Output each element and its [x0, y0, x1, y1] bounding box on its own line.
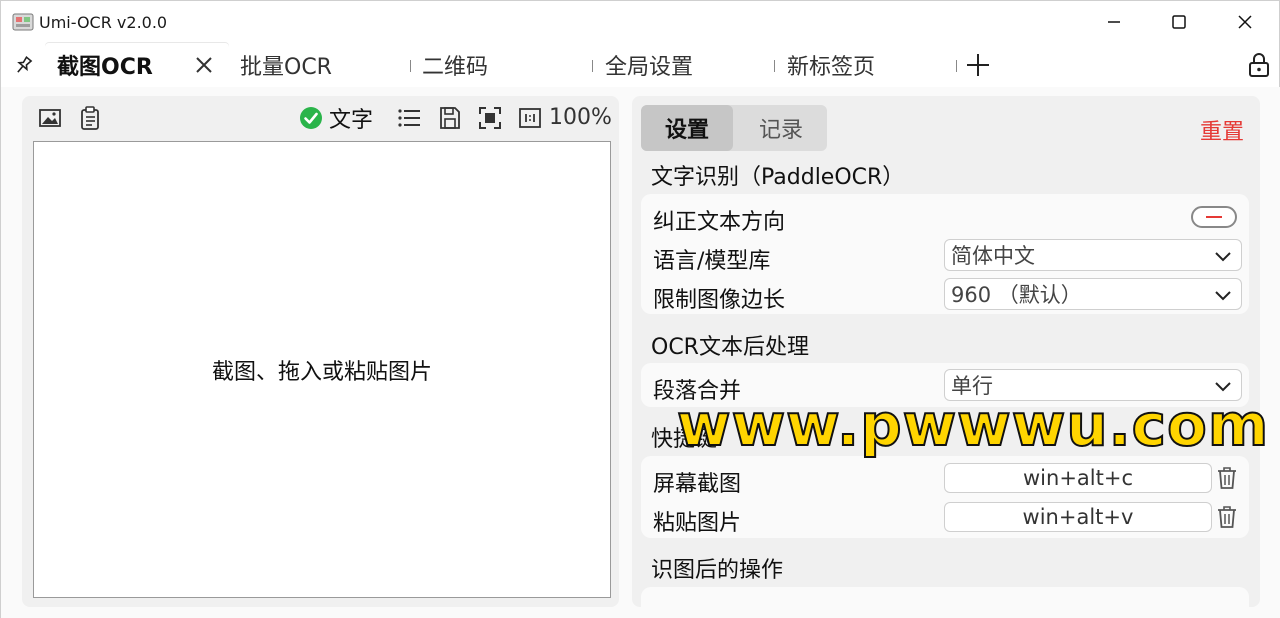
clipboard-icon	[81, 106, 99, 130]
watermark-text: www.pwwwu.com	[676, 390, 1270, 460]
section-after-title: 识图后的操作	[651, 558, 784, 583]
screenshot-button[interactable]	[36, 104, 64, 132]
paste-hotkey-label: 粘贴图片	[653, 511, 742, 536]
app-logo-icon	[12, 13, 34, 31]
screenshot-hotkey-label: 屏幕截图	[653, 472, 742, 497]
language-select[interactable]: 简体中文	[944, 239, 1242, 271]
minimize-icon	[1108, 21, 1120, 23]
tab-separator	[956, 60, 957, 72]
chevron-down-icon	[1215, 252, 1231, 262]
show-text-label: 文字	[329, 108, 374, 133]
language-value: 简体中文	[951, 244, 1035, 268]
pin-icon[interactable]	[11, 54, 35, 78]
actual-size-button[interactable]	[516, 104, 544, 132]
check-circle-icon	[300, 107, 322, 129]
add-tab-icon[interactable]	[964, 51, 992, 79]
image-icon	[39, 109, 61, 127]
list-icon	[398, 109, 420, 127]
tab-screenshot-ocr[interactable]: 截图OCR	[57, 45, 153, 85]
correct-direction-switch[interactable]	[1191, 206, 1237, 228]
tab-records[interactable]: 记录	[735, 105, 827, 151]
window-title: Umi-OCR v2.0.0	[39, 13, 168, 32]
show-text-toggle[interactable]: 文字	[299, 104, 374, 133]
correct-direction-label: 纠正文本方向	[653, 210, 786, 235]
title-bar: Umi-OCR v2.0.0	[1, 1, 1280, 43]
minimize-button[interactable]	[1091, 7, 1137, 37]
app-window: Umi-OCR v2.0.0 截图OCR 批量OCR 二维码 全局设置 新标签页	[0, 0, 1280, 618]
chevron-down-icon	[1215, 291, 1231, 301]
tab-separator	[410, 60, 411, 72]
lock-icon[interactable]	[1245, 51, 1273, 79]
close-window-button[interactable]	[1222, 7, 1268, 37]
section-ocr-title: 文字识别（PaddleOCR）	[651, 165, 905, 190]
tab-global-settings[interactable]: 全局设置	[605, 45, 693, 85]
tab-separator	[774, 60, 775, 72]
screenshot-hotkey-field[interactable]: win+alt+c	[944, 463, 1212, 493]
section-post-title: OCR文本后处理	[651, 335, 809, 360]
tab-new-tab[interactable]: 新标签页	[787, 45, 875, 85]
trash-icon[interactable]	[1215, 465, 1239, 491]
zoom-level: 100%	[549, 105, 612, 130]
trash-icon[interactable]	[1215, 504, 1239, 530]
limit-size-value: 960 （默认）	[951, 283, 1082, 307]
paste-hotkey-field[interactable]: win+alt+v	[944, 502, 1212, 532]
switch-knob	[1206, 216, 1222, 218]
close-icon	[1238, 15, 1252, 29]
after-action-card	[641, 587, 1249, 607]
tab-batch-ocr[interactable]: 批量OCR	[240, 45, 332, 85]
language-label: 语言/模型库	[653, 249, 771, 274]
tab-bar: 截图OCR 批量OCR 二维码 全局设置 新标签页	[1, 43, 1280, 87]
limit-size-select[interactable]: 960 （默认）	[944, 278, 1242, 310]
fit-screen-icon	[479, 107, 501, 129]
tab-qrcode[interactable]: 二维码	[422, 45, 488, 85]
maximize-icon	[1172, 15, 1186, 29]
save-image-button[interactable]	[436, 104, 464, 132]
fit-view-button[interactable]	[476, 104, 504, 132]
maximize-button[interactable]	[1156, 7, 1202, 37]
text-list-button[interactable]	[395, 104, 423, 132]
limit-size-label: 限制图像边长	[653, 288, 786, 313]
image-drop-area[interactable]: 截图、拖入或粘贴图片	[33, 141, 611, 598]
paste-button[interactable]	[77, 104, 105, 132]
tab-separator	[592, 60, 593, 72]
drop-hint: 截图、拖入或粘贴图片	[211, 359, 432, 385]
reset-button[interactable]: 重置	[1200, 114, 1244, 146]
tab-close-icon[interactable]	[191, 52, 217, 78]
tab-settings[interactable]: 设置	[641, 105, 733, 151]
actual-size-icon	[519, 108, 541, 128]
save-icon	[440, 107, 460, 129]
